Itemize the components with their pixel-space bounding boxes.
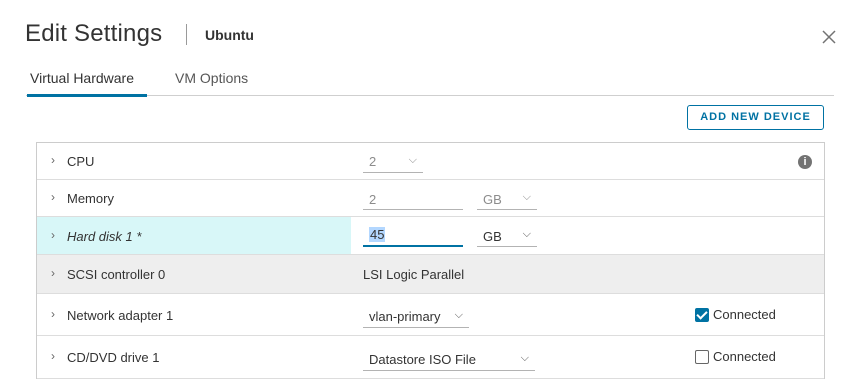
row-memory[interactable]: › Memory GB ⌵	[37, 180, 824, 217]
close-icon[interactable]	[821, 29, 837, 45]
add-new-device-button[interactable]: ADD NEW DEVICE	[687, 105, 824, 130]
chevron-down-icon: ⌵	[408, 154, 417, 166]
tab-bar: Virtual Hardware VM Options	[26, 62, 834, 97]
row-label-hard-disk: Hard disk 1 *	[67, 229, 142, 244]
row-label-cpu: CPU	[67, 154, 95, 169]
cdrom-select-value: Datastore ISO File	[369, 352, 476, 367]
cdrom-connected-checkbox[interactable]	[695, 350, 709, 364]
chevron-right-icon[interactable]: ›	[51, 190, 55, 204]
row-cdrom[interactable]: › CD/DVD drive 1 Datastore ISO File ⌵ Co…	[37, 336, 824, 379]
row-label-network: Network adapter 1	[67, 308, 174, 323]
chevron-right-icon[interactable]: ›	[51, 228, 55, 242]
info-icon[interactable]: i	[798, 155, 812, 169]
memory-input[interactable]	[363, 189, 463, 210]
memory-unit-value: GB	[483, 192, 502, 207]
chevron-right-icon[interactable]: ›	[51, 307, 55, 321]
row-cpu[interactable]: › CPU 2 ⌵ i	[37, 143, 824, 180]
chevron-down-icon: ⌵	[520, 352, 529, 364]
active-tab-indicator	[27, 94, 147, 97]
cpu-select[interactable]: 2 ⌵	[363, 152, 423, 173]
row-scsi[interactable]: › SCSI controller 0 LSI Logic Parallel	[37, 255, 824, 294]
scsi-controller-type: LSI Logic Parallel	[363, 267, 465, 282]
chevron-down-icon: ⌵	[522, 191, 531, 203]
cpu-select-value: 2	[369, 154, 377, 169]
row-hard-disk[interactable]: › Hard disk 1 * 45 GB ⌵	[37, 217, 824, 255]
row-label-memory: Memory	[67, 191, 114, 206]
dialog-title: Edit Settings	[25, 20, 163, 47]
tab-virtual-hardware[interactable]: Virtual Hardware	[30, 70, 134, 86]
row-network[interactable]: › Network adapter 1 vlan-primary ⌵ Conne…	[37, 294, 824, 336]
chevron-down-icon: ⌵	[454, 309, 463, 321]
vm-name: Ubuntu	[205, 27, 254, 43]
memory-unit-select[interactable]: GB ⌵	[477, 189, 537, 210]
hard-disk-unit-select[interactable]: GB ⌵	[477, 226, 537, 247]
network-select-value: vlan-primary	[369, 309, 441, 324]
chevron-right-icon[interactable]: ›	[51, 153, 55, 167]
hard-disk-size-value: 45	[369, 227, 386, 242]
network-connected-label[interactable]: Connected	[713, 307, 776, 322]
network-connected-checkbox[interactable]	[695, 308, 709, 322]
cdrom-select[interactable]: Datastore ISO File ⌵	[363, 348, 535, 371]
hard-disk-size-input[interactable]: 45	[363, 225, 463, 247]
cdrom-connected-label[interactable]: Connected	[713, 349, 776, 364]
chevron-right-icon[interactable]: ›	[51, 349, 55, 363]
network-select[interactable]: vlan-primary ⌵	[363, 306, 469, 328]
chevron-down-icon: ⌵	[522, 228, 531, 240]
row-label-cdrom: CD/DVD drive 1	[67, 350, 160, 365]
title-separator	[186, 24, 187, 45]
chevron-right-icon[interactable]: ›	[51, 266, 55, 280]
row-label-scsi: SCSI controller 0	[67, 267, 166, 282]
tab-vm-options[interactable]: VM Options	[175, 70, 248, 86]
hard-disk-unit-value: GB	[483, 229, 502, 244]
hardware-grid: › CPU 2 ⌵ i › Memory GB ⌵ › Hard disk 1 …	[36, 142, 825, 379]
